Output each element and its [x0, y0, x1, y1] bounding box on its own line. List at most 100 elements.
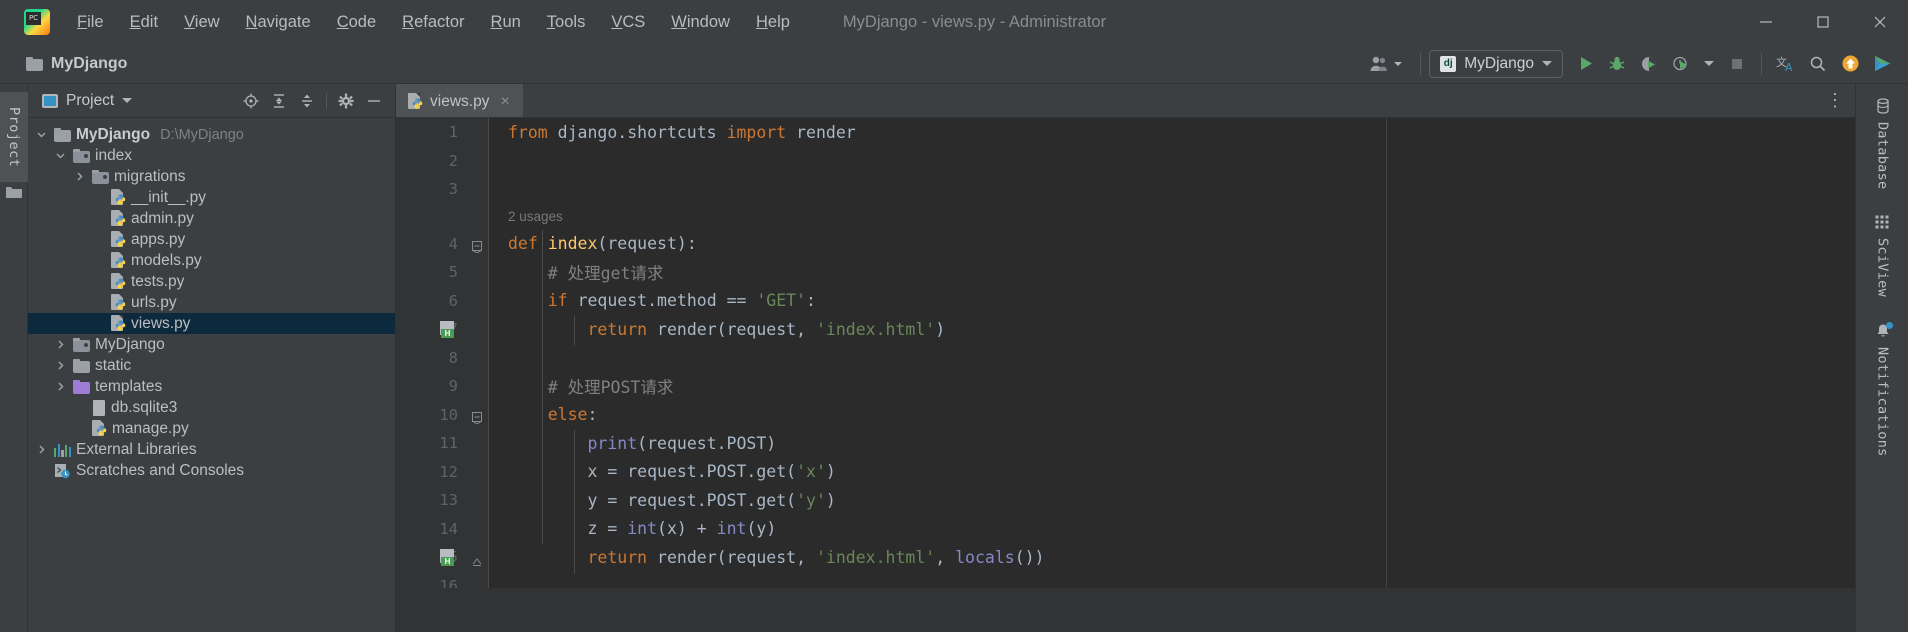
maximize-button[interactable]	[1794, 0, 1851, 44]
chevron-right-icon[interactable]	[71, 169, 87, 185]
tree-item-index[interactable]: index	[28, 145, 395, 166]
breadcrumb[interactable]: MyDjango	[26, 55, 127, 73]
code-line[interactable]: 2	[396, 147, 1855, 176]
indent-guide	[542, 230, 543, 544]
menu-run[interactable]: Run	[478, 9, 534, 36]
update-icon[interactable]	[1834, 48, 1866, 80]
chevron-right-icon[interactable]	[52, 358, 68, 374]
close-icon[interactable]: ×	[500, 93, 509, 111]
collapse-all-icon[interactable]	[294, 88, 320, 114]
django-icon: dj	[1440, 55, 1457, 72]
project-panel-title-group[interactable]: Project	[42, 92, 133, 110]
inlay-hint-usages[interactable]: 2 usages	[396, 204, 1855, 230]
tree-item-label: apps.py	[131, 230, 186, 248]
folder-icon[interactable]	[5, 184, 23, 200]
fold-open-icon[interactable]	[472, 409, 483, 425]
tree-item-mydjango[interactable]: MyDjango D:\MyDjango	[28, 124, 395, 145]
menu-help[interactable]: Help	[743, 9, 803, 36]
chevron-down-icon[interactable]	[33, 127, 49, 143]
scratch-icon	[54, 463, 71, 479]
folder-icon	[73, 379, 90, 394]
menu-refactor[interactable]: Refactor	[389, 9, 477, 36]
run-icon[interactable]	[1569, 48, 1601, 80]
tree-item-static[interactable]: static	[28, 355, 395, 376]
tree-item-urls-py[interactable]: urls.py	[28, 292, 395, 313]
tree-item-init-py[interactable]: __init__.py	[28, 187, 395, 208]
tree-item-manage-py[interactable]: manage.py	[28, 418, 395, 439]
menu-file[interactable]: File	[64, 9, 117, 36]
close-button[interactable]	[1851, 0, 1908, 44]
code-line[interactable]: 3	[396, 175, 1855, 204]
project-file-tree[interactable]: MyDjango D:\MyDjango index migrations __init…	[28, 118, 395, 481]
coverage-icon[interactable]	[1633, 48, 1665, 80]
menu-view[interactable]: View	[171, 9, 232, 36]
search-icon[interactable]	[1802, 48, 1834, 80]
menu-navigate[interactable]: Navigate	[233, 9, 324, 36]
code-line[interactable]: 12 x = request.POST.get('x')	[396, 458, 1855, 487]
code-text: # 处理POST请求	[508, 378, 674, 398]
code-editor[interactable]: 1 from django.shortcuts import render 2 3 2 …	[396, 118, 1855, 632]
code-line[interactable]: 9 # 处理POST请求	[396, 372, 1855, 401]
tree-item-external-libraries[interactable]: External Libraries	[28, 439, 395, 460]
tree-item-db-sqlite3[interactable]: db.sqlite3	[28, 397, 395, 418]
hide-panel-icon[interactable]	[361, 88, 387, 114]
code-line[interactable]: 4 def index(request):	[396, 230, 1855, 259]
tree-item-apps-py[interactable]: apps.py	[28, 229, 395, 250]
tree-item-label: static	[95, 356, 132, 374]
code-line[interactable]: 7H return render(request, 'index.html')	[396, 315, 1855, 344]
editor-tab-actions: ⋮	[1826, 84, 1855, 117]
code-line[interactable]: 14 z = int(x) + int(y)	[396, 515, 1855, 544]
code-line[interactable]: 10 else:	[396, 401, 1855, 430]
code-line[interactable]: 6 if request.method == 'GET':	[396, 287, 1855, 316]
code-line[interactable]: 11 print(request.POST)	[396, 429, 1855, 458]
play-all-icon[interactable]	[1866, 48, 1898, 80]
minimize-button[interactable]	[1737, 0, 1794, 44]
tree-item-models-py[interactable]: models.py	[28, 250, 395, 271]
code-line[interactable]: 5 # 处理get请求	[396, 258, 1855, 287]
sidebar-item-database[interactable]: Database	[1856, 84, 1908, 189]
code-line[interactable]: 13 y = request.POST.get('y')	[396, 486, 1855, 515]
tree-item-tests-py[interactable]: tests.py	[28, 271, 395, 292]
tree-item-views-py[interactable]: views.py	[28, 313, 395, 334]
menu-vcs[interactable]: VCS	[598, 9, 658, 36]
run-configuration-selector[interactable]: dj MyDjango	[1429, 49, 1563, 78]
chevron-down-icon[interactable]	[52, 148, 68, 164]
code-line[interactable]: 15H return render(request, 'index.html',…	[396, 543, 1855, 572]
debug-icon[interactable]	[1601, 48, 1633, 80]
tree-item-label: templates	[95, 377, 163, 395]
expand-all-icon[interactable]	[266, 88, 292, 114]
code-line[interactable]: 1 from django.shortcuts import render	[396, 118, 1855, 147]
sidebar-item-sciview[interactable]: SciView	[1856, 189, 1908, 297]
locate-icon[interactable]	[238, 88, 264, 114]
tree-item-templates[interactable]: templates	[28, 376, 395, 397]
tree-item-migrations[interactable]: migrations	[28, 166, 395, 187]
tree-item-mydjango[interactable]: MyDjango	[28, 334, 395, 355]
more-options-icon[interactable]: ⋮	[1826, 90, 1845, 111]
menu-edit[interactable]: Edit	[117, 9, 171, 36]
chevron-right-icon[interactable]	[52, 337, 68, 353]
profile-dropdown-chevron-icon[interactable]	[1697, 48, 1721, 80]
chevron-right-icon[interactable]	[52, 379, 68, 395]
translate-icon[interactable]: 文 A	[1770, 48, 1802, 80]
code-content[interactable]: 1 from django.shortcuts import render 2 3 2 …	[396, 118, 1855, 632]
tree-item-scratches-and-consoles[interactable]: Scratches and Consoles	[28, 460, 395, 481]
tree-item-admin-py[interactable]: admin.py	[28, 208, 395, 229]
code-with-me-button[interactable]	[1359, 55, 1412, 73]
code-text: return render(request, 'index.html', loc…	[587, 547, 1045, 567]
sidebar-item-project[interactable]: Project	[0, 92, 28, 182]
settings-gear-icon[interactable]	[333, 88, 359, 114]
menu-tools[interactable]: Tools	[534, 9, 599, 36]
menu-window[interactable]: Window	[658, 9, 743, 36]
tab-views-py[interactable]: views.py ×	[396, 84, 523, 117]
stop-icon[interactable]	[1721, 48, 1753, 80]
fold-end-icon[interactable]	[472, 552, 483, 566]
html-file-gutter-icon[interactable]: H	[440, 548, 456, 566]
code-line[interactable]: 8	[396, 344, 1855, 373]
html-file-gutter-icon[interactable]: H	[440, 320, 456, 338]
sidebar-item-notifications[interactable]: Notifications	[1856, 297, 1908, 457]
profile-icon[interactable]	[1665, 48, 1697, 80]
menu-code[interactable]: Code	[324, 9, 389, 36]
chevron-right-icon[interactable]	[33, 442, 49, 458]
chevron-down-icon[interactable]	[122, 98, 133, 103]
fold-open-icon[interactable]	[472, 238, 483, 254]
